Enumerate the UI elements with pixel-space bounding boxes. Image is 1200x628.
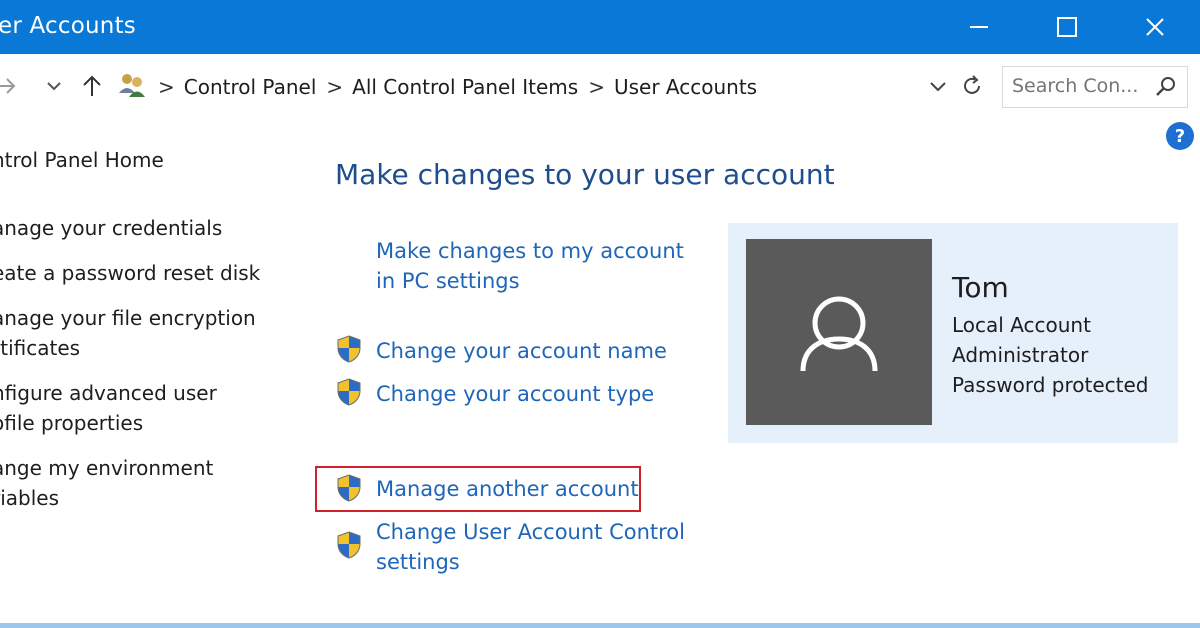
- refresh-icon: [964, 75, 980, 94]
- task-link-label: Change User Account Control: [376, 520, 685, 544]
- user-password-status: Password protected: [952, 373, 1149, 397]
- user-accounts-icon: [116, 70, 148, 100]
- minimize-button[interactable]: [935, 0, 1023, 54]
- maximize-button[interactable]: [1023, 0, 1111, 54]
- sidebar-item-password-reset-disk[interactable]: eate a password reset disk: [0, 258, 260, 288]
- close-icon: [1146, 18, 1164, 36]
- breadcrumb-user-accounts[interactable]: User Accounts: [614, 75, 757, 99]
- sidebar-item-label: anage your credentials: [0, 216, 223, 240]
- task-link-uac-settings[interactable]: Change User Account Control settings: [376, 517, 685, 577]
- address-dropdown-button[interactable]: [926, 76, 950, 96]
- breadcrumb: > Control Panel > All Control Panel Items > U…: [158, 75, 757, 99]
- uac-shield-icon: [337, 378, 361, 406]
- sidebar-item-label: ntrol Panel Home: [0, 148, 164, 172]
- sidebar-item-control-panel-home[interactable]: ntrol Panel Home: [0, 145, 164, 175]
- task-link-change-account-name[interactable]: Change your account name: [376, 336, 667, 366]
- address-bar: > Control Panel > All Control Panel Items > U…: [0, 54, 1200, 118]
- sidebar-item-label: ofile properties: [0, 411, 144, 435]
- uac-shield-icon: [337, 335, 361, 363]
- uac-shield-icon: [337, 474, 361, 502]
- forward-arrow-icon: [0, 78, 16, 94]
- breadcrumb-control-panel[interactable]: Control Panel: [184, 75, 317, 99]
- task-link-label: Change your account name: [376, 339, 667, 363]
- minimize-icon: [970, 26, 988, 28]
- sidebar-item-label: nfigure advanced user: [0, 381, 217, 405]
- task-link-label: Manage another account: [376, 477, 639, 501]
- sidebar-item-label: ange my environment: [0, 456, 214, 480]
- user-role: Administrator: [952, 343, 1089, 367]
- up-arrow-icon: [83, 75, 101, 96]
- user-account-kind: Local Account: [952, 313, 1091, 337]
- forward-button[interactable]: [0, 74, 20, 98]
- sidebar-item-advanced-profile-properties[interactable]: nfigure advanced user ofile properties: [0, 378, 217, 438]
- task-link-manage-another-account[interactable]: Manage another account: [376, 474, 639, 504]
- task-link-label: Change your account type: [376, 382, 655, 406]
- help-icon[interactable]: ?: [1166, 122, 1194, 150]
- breadcrumb-separator: >: [158, 75, 175, 99]
- chevron-down-icon: [930, 82, 946, 91]
- page-title: Make changes to your user account: [335, 158, 835, 191]
- task-link-label: in PC settings: [376, 269, 520, 293]
- breadcrumb-separator: >: [588, 75, 605, 99]
- search-box: [1002, 66, 1188, 108]
- task-link-change-account-type[interactable]: Change your account type: [376, 379, 654, 409]
- task-link-label: Make changes to my account: [376, 239, 684, 263]
- close-button[interactable]: [1111, 0, 1199, 54]
- search-input[interactable]: [1012, 67, 1152, 105]
- maximize-icon: [1057, 17, 1077, 37]
- user-silhouette-icon: [800, 296, 878, 372]
- sidebar-item-label: rtificates: [0, 336, 81, 360]
- search-icon[interactable]: [1155, 76, 1177, 98]
- uac-shield-icon: [337, 531, 361, 559]
- breadcrumb-separator: >: [326, 75, 344, 99]
- window-title: er Accounts: [0, 13, 136, 39]
- up-button[interactable]: [78, 72, 106, 100]
- user-name: Tom: [952, 271, 1009, 304]
- breadcrumb-all-items[interactable]: All Control Panel Items: [352, 75, 578, 99]
- chevron-down-icon: [47, 82, 61, 91]
- window-bottom-edge: [0, 623, 1200, 628]
- sidebar-item-file-encryption-certificates[interactable]: anage your file encryption rtificates: [0, 303, 256, 363]
- task-link-label: settings: [376, 550, 460, 574]
- title-bar: er Accounts: [0, 0, 1200, 54]
- user-card: Tom Local Account Administrator Password…: [728, 223, 1178, 443]
- sidebar-item-label: eate a password reset disk: [0, 261, 261, 285]
- task-link-pc-settings[interactable]: Make changes to my account in PC setting…: [376, 236, 684, 296]
- refresh-button[interactable]: [958, 72, 986, 100]
- sidebar-item-environment-variables[interactable]: ange my environment riables: [0, 453, 213, 513]
- sidebar-item-manage-credentials[interactable]: anage your credentials: [0, 213, 222, 243]
- recent-locations-button[interactable]: [42, 76, 66, 96]
- sidebar-item-label: anage your file encryption: [0, 306, 256, 330]
- sidebar-item-label: riables: [0, 486, 60, 510]
- avatar: [746, 239, 932, 425]
